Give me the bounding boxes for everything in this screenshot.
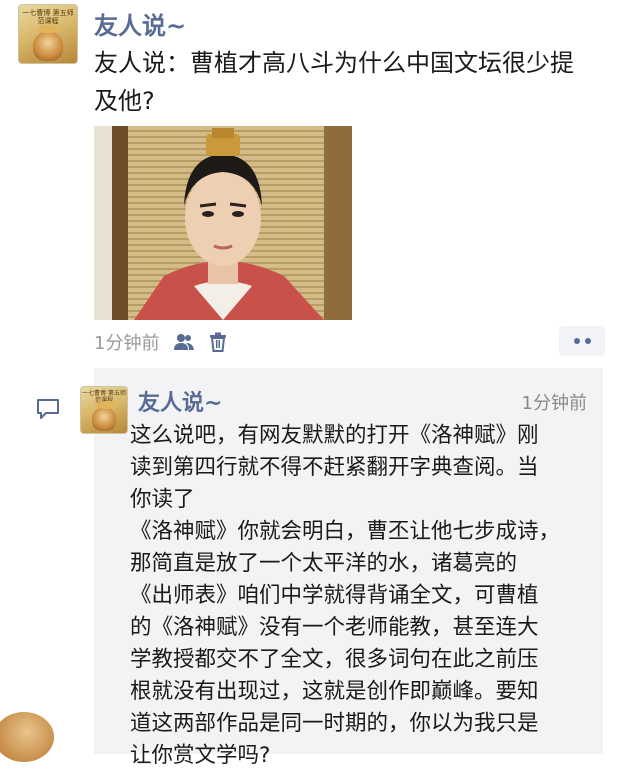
comment-line: 道这两部作品是同一时期的，你以为我只是 — [130, 711, 539, 736]
delete-icon[interactable] — [207, 331, 229, 353]
comment-line: 你读了 — [130, 487, 195, 512]
privacy-friends-icon[interactable] — [173, 331, 195, 353]
post-photo-image — [94, 126, 352, 320]
comment-icon — [37, 399, 59, 419]
post-text: 友人说：曹植才高八斗为什么中国文坛很少提及他? — [94, 49, 574, 115]
comment-line: 那简直是放了一个太平洋的水，诸葛亮的 — [130, 551, 518, 576]
avatar-monkey-figure — [92, 401, 118, 431]
comment-line: 的《洛神赋》没有一个老师能教，甚至连大 — [130, 615, 539, 640]
comment-time: 1分钟前 — [521, 393, 587, 414]
post-time: 1分钟前 — [94, 333, 160, 354]
floating-sticker — [0, 712, 54, 762]
more-icon-dot — [584, 338, 591, 344]
avatar-text: 一七曹博 第五师范课程 — [22, 9, 74, 25]
comment-line: 《出师表》咱们中学就得背诵全文，可曹植 — [130, 583, 539, 608]
comment-line: 根就没有出现过，这就是创作即巅峰。要知 — [130, 679, 539, 704]
post-meta-row: 1分钟前 — [94, 328, 241, 356]
comment-author-name[interactable]: 友人说~ — [138, 385, 222, 417]
comment-line: 读到第四行就不得不赶紧翻开字典查阅。当 — [130, 455, 539, 480]
comment-line: 这么说吧，有网友默默的打开《洛神赋》刚 — [130, 423, 539, 448]
more-icon-dot — [573, 338, 580, 344]
post-avatar[interactable]: 一七曹博 第五师范课程 — [18, 4, 78, 64]
comment-avatar[interactable]: 一七曹博 第五师范课程 — [80, 386, 128, 434]
comment-line: 学教授都交不了全文，很多词句在此之前压 — [130, 647, 539, 672]
post-author-name[interactable]: 友人说~ — [94, 6, 186, 41]
comment-line: 《洛神赋》你就会明白，曹丕让他七步成诗， — [130, 519, 561, 544]
comment-line: 让你赏文学吗? — [130, 743, 271, 768]
avatar-monkey-figure — [33, 25, 63, 61]
comment-text[interactable]: 这么说吧，有网友默默的打开《洛神赋》刚 读到第四行就不得不赶紧翻开字典查阅。当 … — [130, 420, 596, 772]
more-button[interactable] — [559, 326, 605, 356]
post-photo[interactable] — [94, 126, 352, 320]
